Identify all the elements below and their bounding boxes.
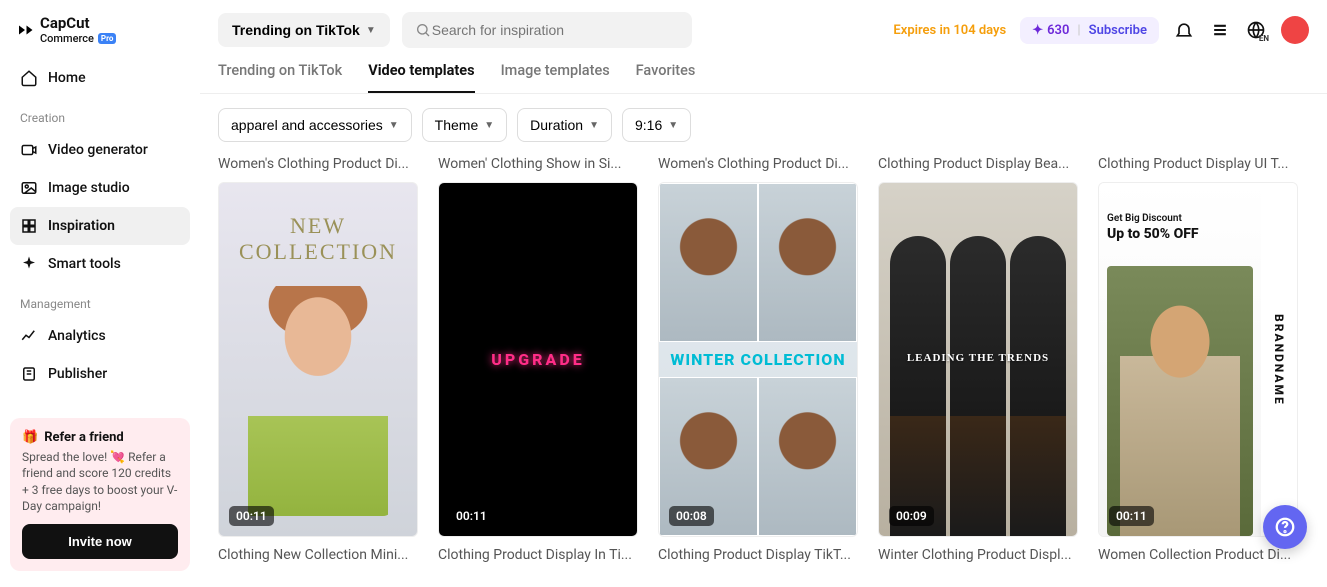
main: Trending on TikTok▼ Expires in 104 days … bbox=[200, 0, 1327, 587]
card-title: Women's Clothing Product Di... bbox=[658, 156, 858, 172]
template-card: Clothing Product Display Bea... LEADING … bbox=[878, 156, 1078, 563]
analytics-icon bbox=[20, 327, 38, 345]
template-card: Women's Clothing Product Di... WINTER CO… bbox=[658, 156, 858, 563]
duration-badge: 00:11 bbox=[229, 506, 274, 526]
avatar[interactable] bbox=[1281, 16, 1309, 44]
card-title: Clothing Product Display UI T... bbox=[1098, 156, 1298, 172]
template-grid: Women's Clothing Product Di... NEWCOLLEC… bbox=[200, 156, 1327, 563]
expires-text: Expires in 104 days bbox=[893, 23, 1006, 38]
section-management: Management bbox=[10, 283, 190, 317]
chevron-down-icon: ▼ bbox=[366, 25, 376, 36]
help-button[interactable] bbox=[1263, 505, 1307, 549]
chevron-down-icon: ▼ bbox=[484, 120, 494, 131]
duration-badge: 00:08 bbox=[669, 506, 714, 526]
logo[interactable]: CapCut CommercePro bbox=[10, 16, 190, 59]
logo-sub: CommercePro bbox=[40, 32, 116, 45]
card-title-2: Clothing Product Display TikT... bbox=[658, 547, 858, 563]
card-title-2: Clothing New Collection Mini... bbox=[218, 547, 418, 563]
sidebar-item-home[interactable]: Home bbox=[10, 59, 190, 97]
chevron-down-icon: ▼ bbox=[589, 120, 599, 131]
duration-badge: 00:11 bbox=[1109, 506, 1154, 526]
refer-card: 🎁 Refer a friend Spread the love! 💘 Refe… bbox=[10, 418, 190, 571]
sidebar-item-publisher[interactable]: Publisher bbox=[10, 355, 190, 393]
section-creation: Creation bbox=[10, 97, 190, 131]
video-icon bbox=[20, 141, 38, 159]
sidebar-item-label: Inspiration bbox=[48, 218, 115, 234]
template-thumbnail[interactable]: Get Big Discount Up to 50% OFF BRANDNAME… bbox=[1098, 182, 1298, 537]
search-box[interactable] bbox=[402, 12, 692, 48]
logo-text: CapCut bbox=[40, 16, 116, 32]
filter-aspect[interactable]: 9:16▼ bbox=[622, 108, 691, 142]
sidebar-item-video-generator[interactable]: Video generator bbox=[10, 131, 190, 169]
sidebar: CapCut CommercePro Home Creation Video g… bbox=[0, 0, 200, 587]
tab-video-templates[interactable]: Video templates bbox=[368, 62, 474, 93]
filter-theme[interactable]: Theme▼ bbox=[422, 108, 507, 142]
template-card: Women' Clothing Show in Si... UPGRADE 00… bbox=[438, 156, 638, 563]
sidebar-item-label: Video generator bbox=[48, 142, 148, 158]
tabs: Trending on TikTok Video templates Image… bbox=[200, 48, 1327, 94]
search-input[interactable] bbox=[432, 22, 680, 38]
duration-badge: 00:11 bbox=[449, 506, 494, 526]
subscribe-link[interactable]: Subscribe bbox=[1089, 23, 1147, 38]
credits-pill[interactable]: ✦ 630 | Subscribe bbox=[1020, 17, 1159, 44]
sidebar-item-label: Image studio bbox=[48, 180, 130, 196]
home-icon bbox=[20, 69, 38, 87]
menu-icon[interactable] bbox=[1209, 19, 1231, 41]
sidebar-item-label: Home bbox=[48, 70, 86, 86]
filters: apparel and accessories▼ Theme▼ Duration… bbox=[200, 94, 1327, 156]
sidebar-item-label: Analytics bbox=[48, 328, 106, 344]
tab-trending[interactable]: Trending on TikTok bbox=[218, 62, 342, 93]
topbar: Trending on TikTok▼ Expires in 104 days … bbox=[200, 0, 1327, 48]
image-icon bbox=[20, 179, 38, 197]
template-thumbnail[interactable]: WINTER COLLECTION 00:08 bbox=[658, 182, 858, 537]
inspiration-icon bbox=[20, 217, 38, 235]
chevron-down-icon: ▼ bbox=[389, 120, 399, 131]
card-title-2: Clothing Product Display In Ti... bbox=[438, 547, 638, 563]
card-title: Women' Clothing Show in Si... bbox=[438, 156, 638, 172]
topbar-right: Expires in 104 days ✦ 630 | Subscribe EN bbox=[893, 16, 1309, 44]
tab-image-templates[interactable]: Image templates bbox=[501, 62, 610, 93]
publisher-icon bbox=[20, 365, 38, 383]
sidebar-item-analytics[interactable]: Analytics bbox=[10, 317, 190, 355]
chevron-down-icon: ▼ bbox=[668, 120, 678, 131]
invite-button[interactable]: Invite now bbox=[22, 524, 178, 559]
template-thumbnail[interactable]: NEWCOLLECTION 00:11 bbox=[218, 182, 418, 537]
tab-favorites[interactable]: Favorites bbox=[636, 62, 696, 93]
sparkle-icon bbox=[20, 255, 38, 273]
card-title-2: Women Collection Product Di... bbox=[1098, 547, 1298, 563]
bell-icon[interactable] bbox=[1173, 19, 1195, 41]
duration-badge: 00:09 bbox=[889, 506, 934, 526]
template-card: Women's Clothing Product Di... NEWCOLLEC… bbox=[218, 156, 418, 563]
search-icon bbox=[414, 21, 432, 39]
logo-icon bbox=[16, 21, 34, 39]
card-title: Women's Clothing Product Di... bbox=[218, 156, 418, 172]
refer-title: 🎁 Refer a friend bbox=[22, 430, 178, 445]
credits-count: ✦ 630 bbox=[1032, 23, 1069, 38]
template-thumbnail[interactable]: UPGRADE 00:11 bbox=[438, 182, 638, 537]
sidebar-item-label: Publisher bbox=[48, 366, 107, 382]
sidebar-item-smart-tools[interactable]: Smart tools bbox=[10, 245, 190, 283]
sidebar-item-label: Smart tools bbox=[48, 256, 121, 272]
card-title: Clothing Product Display Bea... bbox=[878, 156, 1078, 172]
card-title-2: Winter Clothing Product Displ... bbox=[878, 547, 1078, 563]
template-thumbnail[interactable]: LEADING THE TRENDS 00:09 bbox=[878, 182, 1078, 537]
globe-icon[interactable]: EN bbox=[1245, 19, 1267, 41]
filter-category[interactable]: apparel and accessories▼ bbox=[218, 108, 412, 142]
topbar-dropdown[interactable]: Trending on TikTok▼ bbox=[218, 13, 390, 47]
sidebar-item-image-studio[interactable]: Image studio bbox=[10, 169, 190, 207]
filter-duration[interactable]: Duration▼ bbox=[517, 108, 612, 142]
refer-body: Spread the love! 💘 Refer a friend and sc… bbox=[22, 449, 178, 514]
template-card: Clothing Product Display UI T... Get Big… bbox=[1098, 156, 1298, 563]
sidebar-item-inspiration[interactable]: Inspiration bbox=[10, 207, 190, 245]
